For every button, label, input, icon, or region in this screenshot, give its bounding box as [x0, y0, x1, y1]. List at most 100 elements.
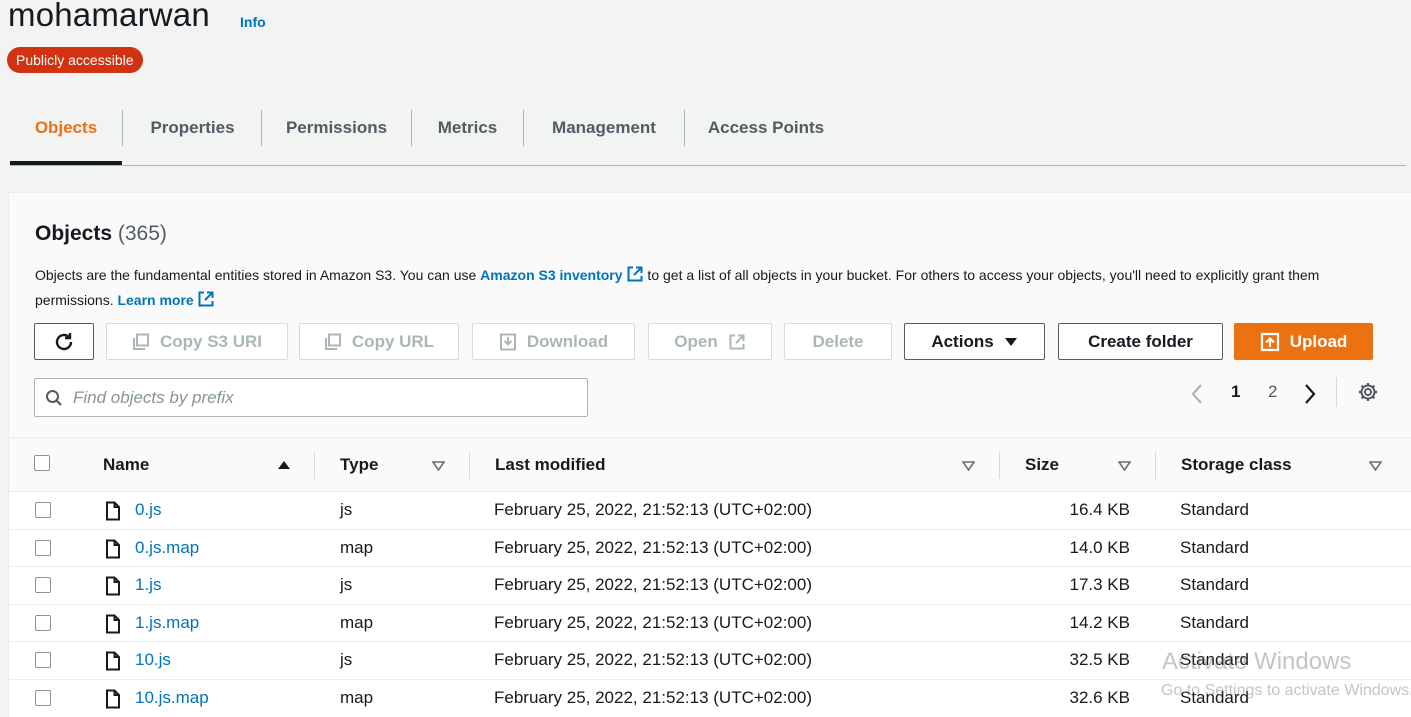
objects-title-text: Objects — [35, 222, 113, 245]
tab-metrics[interactable]: Metrics — [412, 110, 523, 165]
column-header-size[interactable]: Size — [1025, 455, 1059, 475]
column-divider — [314, 452, 315, 479]
refresh-button[interactable] — [34, 323, 94, 360]
open-label: Open — [674, 331, 718, 351]
object-last-modified: February 25, 2022, 21:52:13 (UTC+02:00) — [494, 650, 812, 670]
file-icon — [106, 576, 120, 596]
open-button[interactable]: Open — [648, 323, 772, 360]
object-name-link[interactable]: 1.js — [135, 575, 161, 595]
table-row[interactable]: 0.js.map map February 25, 2022, 21:52:13… — [9, 529, 1411, 568]
actions-label: Actions — [931, 331, 994, 351]
tab-management[interactable]: Management — [524, 110, 684, 165]
table-row[interactable]: 0.js js February 25, 2022, 21:52:13 (UTC… — [9, 492, 1411, 530]
column-header-storage-class[interactable]: Storage class — [1181, 455, 1292, 475]
gear-icon[interactable] — [1357, 381, 1379, 403]
pagination-divider — [1336, 377, 1337, 407]
actions-dropdown-button[interactable]: Actions — [904, 323, 1045, 360]
download-icon — [499, 333, 516, 350]
file-icon — [106, 539, 120, 559]
row-checkbox[interactable] — [35, 689, 51, 706]
object-last-modified: February 25, 2022, 21:52:13 (UTC+02:00) — [494, 687, 812, 707]
search-input[interactable] — [73, 387, 553, 408]
page-number-1[interactable]: 1 — [1231, 379, 1240, 405]
object-name-link[interactable]: 10.js — [135, 650, 171, 670]
table-row[interactable]: 1.js js February 25, 2022, 21:52:13 (UTC… — [9, 567, 1411, 605]
sort-toggle-icon[interactable] — [432, 461, 445, 471]
file-icon — [106, 501, 120, 521]
object-size: 17.3 KB — [1069, 575, 1131, 595]
copy-icon — [132, 333, 149, 350]
row-checkbox[interactable] — [35, 614, 51, 631]
object-type: js — [340, 500, 353, 519]
object-type: js — [340, 575, 353, 595]
external-link-icon — [198, 291, 214, 307]
row-checkbox[interactable] — [35, 577, 51, 594]
object-storage-class: Standard — [1180, 537, 1249, 557]
previous-page-icon[interactable] — [1190, 381, 1204, 407]
page-number-2[interactable]: 2 — [1268, 379, 1277, 405]
object-type: map — [340, 687, 374, 707]
object-name-link[interactable]: 0.js.map — [135, 538, 199, 558]
object-name-link[interactable]: 0.js — [135, 500, 161, 520]
objects-description-text-1: Objects are the fundamental entities sto… — [35, 267, 481, 283]
object-storage-class: Standard — [1180, 575, 1249, 595]
object-name-link[interactable]: 10.js.map — [135, 688, 209, 708]
external-link-icon — [729, 334, 745, 349]
object-storage-class: Standard — [1180, 612, 1249, 632]
column-divider — [1155, 452, 1156, 479]
tab-objects[interactable]: Objects — [10, 110, 122, 165]
upload-button[interactable]: Upload — [1234, 323, 1373, 360]
object-type: map — [340, 612, 374, 632]
download-button[interactable]: Download — [472, 323, 635, 360]
copy-url-label: Copy URL — [351, 331, 435, 351]
tab-permissions[interactable]: Permissions — [262, 110, 411, 165]
s3-inventory-link[interactable]: Amazon S3 inventory — [480, 266, 643, 283]
table-header: Name Type Last modified Size Storage cla… — [9, 437, 1411, 492]
sort-toggle-icon[interactable] — [1369, 461, 1382, 471]
external-link-icon — [627, 266, 643, 282]
copy-s3-uri-button[interactable]: Copy S3 URI — [106, 323, 288, 360]
object-type: js — [340, 650, 353, 670]
object-size: 32.6 KB — [1069, 687, 1131, 707]
sort-ascending-icon[interactable] — [277, 460, 291, 470]
sort-toggle-icon[interactable] — [1118, 461, 1131, 471]
object-size: 32.5 KB — [1069, 650, 1131, 670]
next-page-icon[interactable] — [1303, 381, 1317, 407]
download-label: Download — [526, 331, 609, 351]
object-last-modified: February 25, 2022, 21:52:13 (UTC+02:00) — [494, 537, 812, 557]
tab-properties[interactable]: Properties — [123, 110, 262, 165]
column-header-name[interactable]: Name — [103, 455, 149, 475]
refresh-icon — [55, 332, 73, 350]
info-link[interactable]: Info — [240, 14, 266, 30]
row-checkbox[interactable] — [35, 539, 51, 556]
public-access-badge: Publicly accessible — [7, 47, 143, 73]
delete-button[interactable]: Delete — [784, 323, 892, 360]
copy-icon — [324, 333, 341, 350]
search-box — [34, 378, 588, 417]
objects-panel-title: Objects (365) — [35, 222, 167, 246]
select-all-checkbox[interactable] — [34, 455, 50, 471]
object-last-modified: February 25, 2022, 21:52:13 (UTC+02:00) — [494, 500, 812, 519]
learn-more-link[interactable]: Learn more — [117, 291, 214, 308]
row-checkbox[interactable] — [35, 652, 51, 669]
s3-inventory-link-label: Amazon S3 inventory — [480, 267, 623, 283]
upload-icon — [1260, 332, 1279, 351]
objects-description: Objects are the fundamental entities sto… — [35, 263, 1385, 313]
objects-count: (365) — [117, 222, 167, 245]
search-icon — [46, 389, 62, 406]
table-row[interactable]: 1.js.map map February 25, 2022, 21:52:13… — [9, 604, 1411, 643]
row-checkbox[interactable] — [35, 502, 51, 518]
sort-toggle-icon[interactable] — [962, 461, 975, 471]
column-header-type[interactable]: Type — [340, 455, 378, 475]
object-last-modified: February 25, 2022, 21:52:13 (UTC+02:00) — [494, 575, 812, 595]
create-folder-label: Create folder — [1088, 331, 1193, 351]
object-size: 14.0 KB — [1069, 537, 1131, 557]
copy-url-button[interactable]: Copy URL — [299, 323, 459, 360]
tab-access-points[interactable]: Access Points — [685, 110, 847, 165]
delete-label: Delete — [812, 331, 864, 351]
create-folder-button[interactable]: Create folder — [1058, 323, 1223, 360]
column-header-last-modified[interactable]: Last modified — [495, 455, 606, 475]
upload-label: Upload — [1289, 331, 1348, 351]
s3-bucket-page: mohamarwan Info Publicly accessible Obje… — [0, 0, 1411, 717]
object-name-link[interactable]: 1.js.map — [135, 613, 199, 633]
